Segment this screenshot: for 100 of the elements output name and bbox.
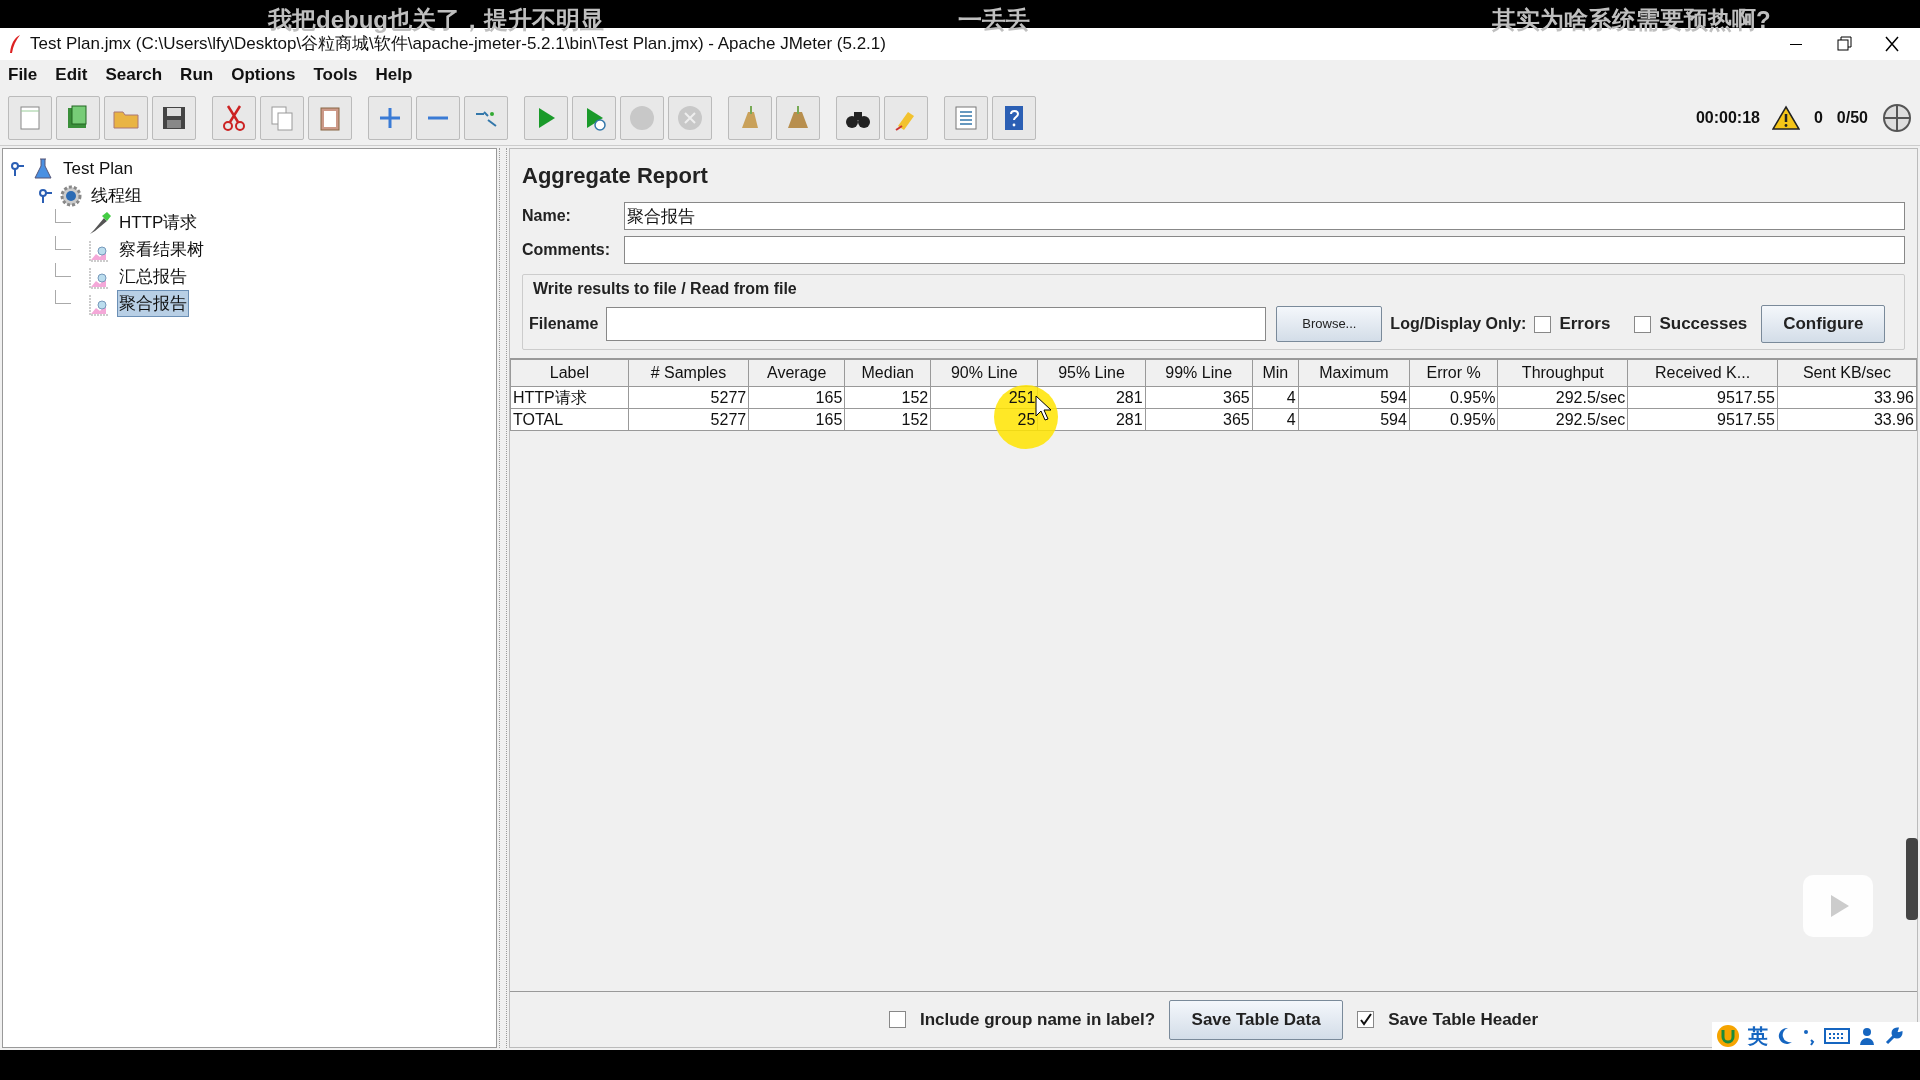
menu-item[interactable]: Help	[375, 62, 413, 88]
column-header[interactable]: Average	[748, 359, 845, 387]
column-header[interactable]: Error %	[1409, 359, 1498, 387]
save-table-data-button[interactable]: Save Table Data	[1169, 999, 1344, 1040]
save-button[interactable]	[152, 95, 196, 140]
broom-button[interactable]	[728, 95, 772, 140]
group-title: Write results to file / Read from file	[532, 279, 798, 299]
checkbox[interactable]	[888, 1011, 906, 1028]
table-cell: 4	[1252, 408, 1299, 431]
table-cell: 594	[1298, 408, 1410, 431]
column-header[interactable]: Label	[510, 359, 629, 387]
tree-item[interactable]: 聚合报告	[117, 289, 189, 318]
feather-icon	[8, 34, 22, 54]
comments-field[interactable]	[624, 236, 1905, 264]
column-header[interactable]: Received K...	[1627, 359, 1778, 387]
browse-button[interactable]: Browse...	[1276, 306, 1383, 342]
remote-status-icon[interactable]	[1882, 102, 1912, 133]
checkbox[interactable]	[1534, 315, 1552, 333]
new-file-button[interactable]	[8, 95, 52, 140]
subtitle: 一丢丢	[958, 5, 1030, 35]
table-cell: 165	[748, 386, 845, 409]
scissors-button[interactable]	[212, 95, 256, 140]
table-cell: 9517.55	[1627, 408, 1778, 431]
menu-item[interactable]: Run	[180, 62, 214, 88]
table-cell: 152	[844, 408, 931, 431]
name-field[interactable]: 聚合报告	[624, 202, 1905, 230]
broom-button[interactable]	[776, 95, 820, 140]
checkbox[interactable]	[1634, 315, 1652, 333]
menu-item[interactable]: Options	[231, 62, 296, 88]
mouse-cursor-icon	[1035, 395, 1054, 421]
column-header[interactable]: Sent KB/sec	[1777, 359, 1917, 387]
tree-item[interactable]: 察看结果树	[117, 235, 206, 264]
subtitle: 其实为啥系统需要预热啊?	[1492, 5, 1771, 35]
plus-button[interactable]	[368, 95, 412, 140]
scroll-handle[interactable]	[1906, 838, 1918, 920]
table-cell: 594	[1298, 386, 1410, 409]
tree-item[interactable]: HTTP请求	[117, 208, 200, 237]
menu-item[interactable]: File	[8, 62, 38, 88]
ime-logo-icon[interactable]	[1716, 1024, 1740, 1048]
warning-icon[interactable]	[1771, 104, 1800, 131]
table-cell: 9517.55	[1627, 386, 1778, 409]
column-header[interactable]: Maximum	[1298, 359, 1410, 387]
field-label: Filename	[529, 314, 599, 334]
column-header[interactable]: Throughput	[1497, 359, 1628, 387]
panel-title: Aggregate Report	[522, 162, 709, 190]
template-book-button[interactable]	[56, 95, 100, 140]
table-cell: 33.96	[1777, 408, 1917, 431]
moon-icon[interactable]	[1776, 1026, 1794, 1046]
column-header[interactable]: Median	[844, 359, 931, 387]
checkbox-label: Save Table Header	[1388, 1008, 1539, 1031]
help-button[interactable]	[992, 95, 1036, 140]
menu-item[interactable]: Tools	[313, 62, 358, 88]
table-cell: 0.95%	[1409, 386, 1498, 409]
field-label: Comments:	[522, 240, 611, 260]
table-cell: 292.5/sec	[1497, 386, 1628, 409]
clipboard-button[interactable]	[308, 95, 352, 140]
minus-icon	[428, 115, 448, 120]
expand-handle-icon[interactable]	[9, 160, 25, 177]
checkbox-label: Successes	[1659, 313, 1748, 336]
table-cell: 33.96	[1777, 386, 1917, 409]
table-cell: 5277	[628, 408, 749, 431]
filename-field[interactable]	[606, 307, 1267, 341]
binoculars-button[interactable]	[836, 95, 880, 140]
splitter-handle[interactable]	[499, 148, 507, 1048]
column-header[interactable]: Min	[1252, 359, 1299, 387]
field-label: Log/Display Only:	[1390, 314, 1527, 334]
thread-count: 0/50	[1836, 107, 1868, 128]
tree-item[interactable]: 汇总报告	[117, 262, 189, 291]
table-cell: 292.5/sec	[1497, 408, 1628, 431]
minus-button[interactable]	[416, 95, 460, 140]
play-button[interactable]	[524, 95, 568, 140]
tree-item[interactable]: Test Plan	[61, 154, 135, 183]
tree-item[interactable]: 线程组	[89, 181, 144, 210]
table-cell: 0.95%	[1409, 408, 1498, 431]
keyboard-icon[interactable]	[1824, 1027, 1850, 1045]
column-header[interactable]: 90% Line	[930, 359, 1038, 387]
table-cell: 4	[1252, 386, 1299, 409]
table-cell: HTTP请求	[510, 386, 629, 409]
elapsed-time: 00:00:18	[1695, 107, 1760, 128]
menu-item[interactable]: Edit	[55, 62, 88, 88]
table-cell: 165	[748, 408, 845, 431]
column-header[interactable]: # Samples	[628, 359, 749, 387]
checkbox[interactable]	[1357, 1011, 1375, 1028]
table-cell: 152	[844, 386, 931, 409]
column-header[interactable]: 95% Line	[1037, 359, 1146, 387]
table-cell: 365	[1145, 408, 1253, 431]
window-title: Test Plan.jmx (C:\Users\lfy\Desktop\谷粒商城\软件\apache-jmeter-5.2.1\bin\Test Plan.jmx) - Apache JMeter (5.2.1)	[30, 33, 886, 56]
column-header[interactable]: 99% Line	[1145, 359, 1253, 387]
table-cell: TOTAL	[510, 408, 629, 431]
list-button[interactable]	[944, 95, 988, 140]
ime-mode[interactable]: 英	[1748, 1021, 1768, 1051]
warning-count: 0	[1813, 107, 1823, 128]
user-icon[interactable]	[1858, 1026, 1876, 1046]
wrench-icon[interactable]	[1884, 1026, 1904, 1046]
table-cell: 365	[1145, 386, 1253, 409]
expand-handle-icon[interactable]	[37, 187, 53, 204]
video-play-icon	[1803, 875, 1873, 937]
menu-item[interactable]: Search	[105, 62, 163, 88]
configure-button[interactable]: Configure	[1761, 305, 1886, 343]
table-cell: 5277	[628, 386, 749, 409]
